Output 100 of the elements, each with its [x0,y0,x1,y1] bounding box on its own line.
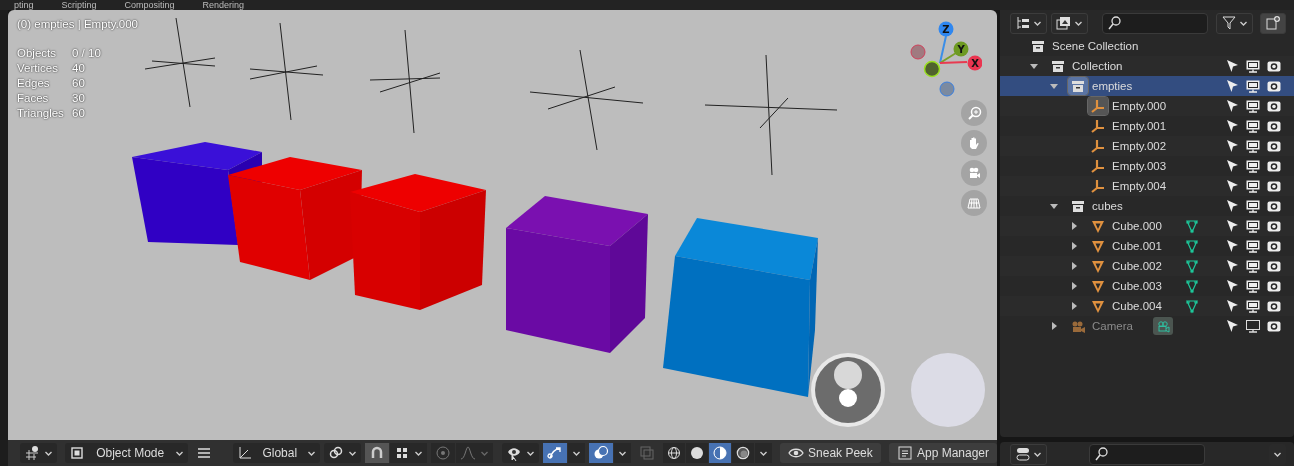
pointer-icon [1224,238,1240,254]
pivot-icon [327,445,344,461]
shading-mode-button[interactable] [731,443,754,463]
shading-mode-button[interactable] [708,443,731,463]
pointer-icon [1224,78,1240,94]
stat-label: Triangles [17,107,65,119]
workspace-tab[interactable]: Compositing [110,0,189,10]
item-name: empties [1092,80,1133,92]
editor-type-button[interactable] [20,443,57,463]
item-name: Camera [1092,320,1133,332]
toggle-switch-icon [1015,446,1031,462]
workspace-tab[interactable]: Rendering [188,0,259,10]
item-name: Cube.000 [1112,220,1162,232]
document-icon [896,445,913,461]
gizmo-arrow-icon [546,445,563,461]
collection-icon [1070,78,1086,94]
new-collection-icon [1265,15,1281,31]
axis-handle[interactable]: X [967,55,982,71]
outliner-row[interactable]: Empty.003 [1000,156,1294,176]
display-mode-dropdown[interactable] [1010,12,1047,34]
shading-mode-button[interactable] [685,443,708,463]
mesh-triangle-icon [1090,298,1106,314]
pointer-icon [1224,298,1240,314]
pointer-icon [1224,58,1240,74]
mesh-data-icon [1183,258,1200,274]
mode-dropdown[interactable]: Object Mode [65,443,189,463]
object-mode-icon [69,445,86,461]
overlay-toggle[interactable] [588,443,613,463]
outliner-row[interactable]: Camera [1000,316,1294,336]
item-name: cubes [1092,200,1123,212]
material-shading-icon [712,446,727,460]
pointer-icon [1224,118,1240,134]
overlay-circles-icon [592,445,609,461]
stat-label: Vertices [17,62,59,74]
header-button[interactable]: App Manager [888,443,997,463]
outliner-row[interactable]: empties [1000,76,1294,96]
mesh-triangle-icon [1090,258,1106,274]
proportional-icon [434,445,451,461]
eye-pointer-icon [505,445,522,461]
outliner-row[interactable]: Empty.001 [1000,116,1294,136]
header-button[interactable]: Sneak Peek [780,443,881,463]
gizmo-dropdown[interactable] [567,443,585,463]
item-name: Empty.003 [1112,160,1167,172]
search-field[interactable] [1089,443,1205,465]
stat-label: Objects [17,47,57,59]
pointer-icon [1224,198,1240,214]
gizmo-toggle[interactable] [542,443,567,463]
axis-handle[interactable] [939,81,955,97]
pin-grid-icon [24,445,40,461]
item-name: Empty.001 [1112,120,1167,132]
visibility-dropdown[interactable] [501,443,539,463]
mesh-triangle-icon [1090,238,1106,254]
menu-icon [196,445,213,461]
orientation-dropdown[interactable]: Global [232,443,320,463]
navigation-gizmo[interactable]: Z Y X [908,18,982,100]
pointer-icon [1224,138,1240,154]
outliner-row[interactable]: Scene Collection [1000,36,1294,56]
outliner-row[interactable]: Cube.001 [1000,236,1294,256]
images-icon [1056,15,1072,31]
snap-target-dropdown[interactable] [389,443,427,463]
snap-toggle[interactable] [364,443,389,463]
filter-type-dropdown[interactable] [1051,12,1088,34]
shading-mode-button[interactable] [662,443,685,463]
item-name: Cube.003 [1112,280,1162,292]
item-name: Cube.004 [1112,300,1162,312]
workspace-tab[interactable]: pting [0,0,48,10]
zoom-icon [966,105,982,121]
workspace-tab[interactable]: Scripting [47,0,111,10]
collection-icon [1030,38,1046,54]
axis-handle[interactable]: Y [953,41,969,57]
empty-axes-icon [1090,158,1106,174]
mesh-data-icon [1183,278,1200,294]
search-field[interactable] [1102,12,1208,34]
mesh-data-icon [1183,298,1200,314]
axis-handle[interactable] [923,60,941,78]
new-collection-button[interactable] [1260,12,1286,34]
camera-data-button[interactable] [1152,317,1173,335]
axis-handle[interactable]: Z [938,21,954,37]
item-name: Empty.000 [1112,100,1167,112]
solid-shading-icon [689,446,704,460]
axis-handle[interactable] [910,44,926,60]
rendered-shading-icon [735,446,750,460]
editor-type-button[interactable] [1010,443,1047,465]
outliner-row[interactable]: Cube.003 [1000,276,1294,296]
outliner-view-icon [1015,15,1031,31]
outliner-row[interactable]: cubes [1000,196,1294,216]
pointer-icon [1224,218,1240,234]
falloff-curve-icon [459,445,476,461]
pointer-icon [1224,278,1240,294]
stat-value: 40 [72,62,86,74]
stat-value: 30 [72,92,86,104]
mesh-triangle-icon [1090,278,1106,294]
stat-label: Faces [17,92,50,104]
pivot-dropdown[interactable] [323,443,361,463]
proportional-edit-toggle[interactable] [430,443,455,463]
overlay-dropdown[interactable] [613,443,631,463]
stat-value: 60 [72,77,86,89]
filter-dropdown[interactable] [1216,12,1253,34]
shading-dropdown[interactable] [754,443,772,463]
collection-icon [1050,58,1066,74]
